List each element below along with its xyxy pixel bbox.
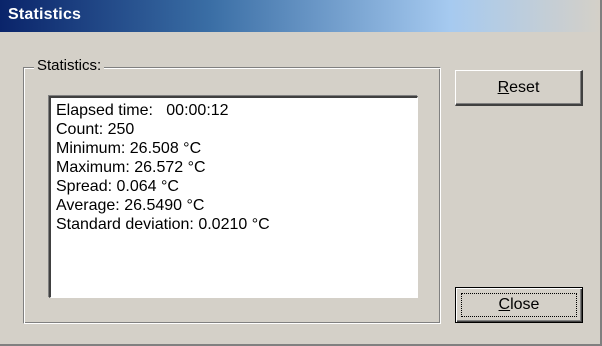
stat-average: Average: 26.5490 °C xyxy=(56,197,205,214)
close-button-label: lose xyxy=(510,296,540,313)
stat-elapsed-time: Elapsed time: 00:00:12 xyxy=(56,102,229,119)
stat-maximum: Maximum: 26.572 °C xyxy=(56,159,206,176)
stat-spread: Spread: 0.064 °C xyxy=(56,178,179,195)
close-button-mnemonic: C xyxy=(498,296,511,313)
close-button[interactable]: Close xyxy=(455,287,583,323)
stat-standard-deviation: Standard deviation: 0.0210 °C xyxy=(56,216,270,233)
reset-button-label: eset xyxy=(509,79,540,96)
reset-button[interactable]: Reset xyxy=(455,70,583,106)
window-title: Statistics xyxy=(8,6,82,23)
statistics-listbox[interactable]: Elapsed time: 00:00:12 Count: 250 Minimu… xyxy=(49,96,418,298)
statistics-dialog: Statistics Statistics: Elapsed time: 00:… xyxy=(0,0,602,346)
stat-count: Count: 250 xyxy=(56,121,135,138)
reset-button-mnemonic: R xyxy=(497,79,510,96)
stat-minimum: Minimum: 26.508 °C xyxy=(56,140,202,157)
title-bar[interactable]: Statistics xyxy=(0,0,600,32)
groupbox-label: Statistics: xyxy=(34,57,105,74)
